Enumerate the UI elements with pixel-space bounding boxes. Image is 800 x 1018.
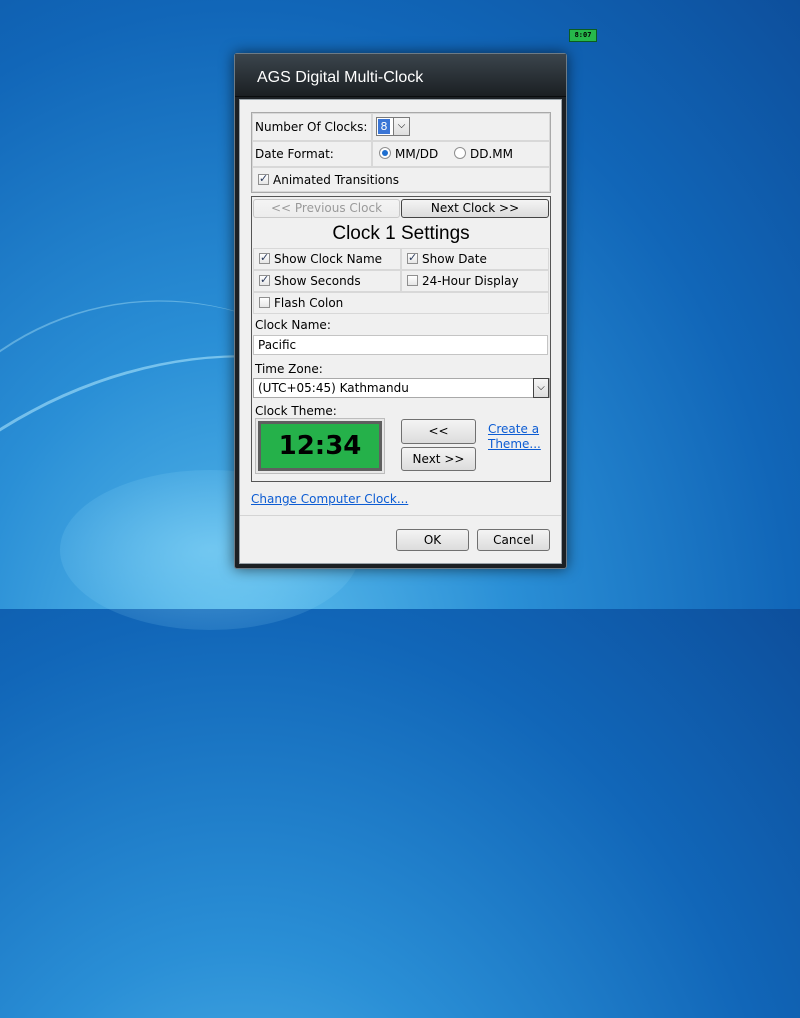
chevron-down-icon[interactable]: ⌵ [533, 378, 549, 398]
show-clock-name-checkbox[interactable] [259, 251, 270, 264]
clock-theme-label: Clock Theme: [255, 404, 337, 418]
global-settings-group: Number Of Clocks: 8 ⌵ Date Format: MM/DD… [251, 112, 551, 193]
desktop-clock-gadget[interactable]: 8:07 [569, 29, 597, 42]
clock-name-label: Clock Name: [255, 318, 331, 332]
hour24-checkbox[interactable] [407, 275, 418, 286]
flash-colon-checkbox[interactable] [259, 297, 270, 308]
create-theme-link-line2[interactable]: Theme... [488, 437, 541, 451]
theme-preview-frame: 12:34 [255, 418, 385, 474]
date-format-mmdd-label: MM/DD [395, 147, 439, 161]
theme-preview-clock: 12:34 [258, 421, 382, 471]
animated-transitions-label: Animated Transitions [273, 173, 399, 187]
footer-divider [240, 515, 561, 516]
ok-button[interactable]: OK [396, 529, 469, 551]
cancel-button[interactable]: Cancel [477, 529, 550, 551]
theme-previous-button[interactable]: << Previous [401, 419, 476, 461]
date-format-ddmm-radio[interactable] [454, 147, 466, 159]
dialog-client-area: Number Of Clocks: 8 ⌵ Date Format: MM/DD… [239, 99, 562, 564]
time-zone-label: Time Zone: [255, 362, 323, 376]
show-seconds-label: Show Seconds [274, 274, 361, 288]
time-zone-select[interactable]: (UTC+05:45) Kathmandu ⌵ [253, 378, 550, 398]
show-date-label: Show Date [422, 252, 487, 266]
next-clock-button[interactable]: Next Clock >> [401, 199, 549, 218]
show-clock-name-label: Show Clock Name [274, 252, 383, 266]
change-computer-clock-link[interactable]: Change Computer Clock... [251, 492, 408, 506]
number-of-clocks-select[interactable]: 8 ⌵ [376, 117, 410, 136]
dialog-title: AGS Digital Multi-Clock [257, 69, 424, 86]
theme-next-button[interactable]: Next >> [401, 447, 476, 471]
settings-dialog: AGS Digital Multi-Clock Number Of Clocks… [234, 53, 567, 569]
create-theme-link-line1[interactable]: Create a [488, 422, 539, 436]
number-of-clocks-label: Number Of Clocks: [255, 120, 368, 134]
clock-name-input[interactable]: Pacific [253, 335, 548, 355]
title-bar[interactable]: AGS Digital Multi-Clock [235, 54, 566, 97]
previous-clock-button[interactable]: << Previous Clock [253, 199, 400, 218]
clock-settings-heading: Clock 1 Settings [332, 223, 470, 244]
chevron-down-icon[interactable]: ⌵ [393, 118, 409, 135]
clock-settings-group: << Previous Clock Next Clock >> Clock 1 … [251, 196, 551, 482]
time-zone-value: (UTC+05:45) Kathmandu [258, 381, 409, 395]
flash-colon-label: Flash Colon [274, 296, 344, 310]
date-format-label: Date Format: [255, 147, 334, 161]
date-format-mmdd-radio[interactable] [379, 147, 391, 159]
number-of-clocks-value: 8 [378, 119, 390, 134]
hour24-label: 24-Hour Display [422, 274, 519, 288]
show-seconds-checkbox[interactable] [259, 273, 270, 286]
show-date-checkbox[interactable] [407, 251, 418, 264]
animated-transitions-checkbox[interactable] [258, 172, 269, 185]
date-format-ddmm-label: DD.MM [470, 147, 514, 161]
